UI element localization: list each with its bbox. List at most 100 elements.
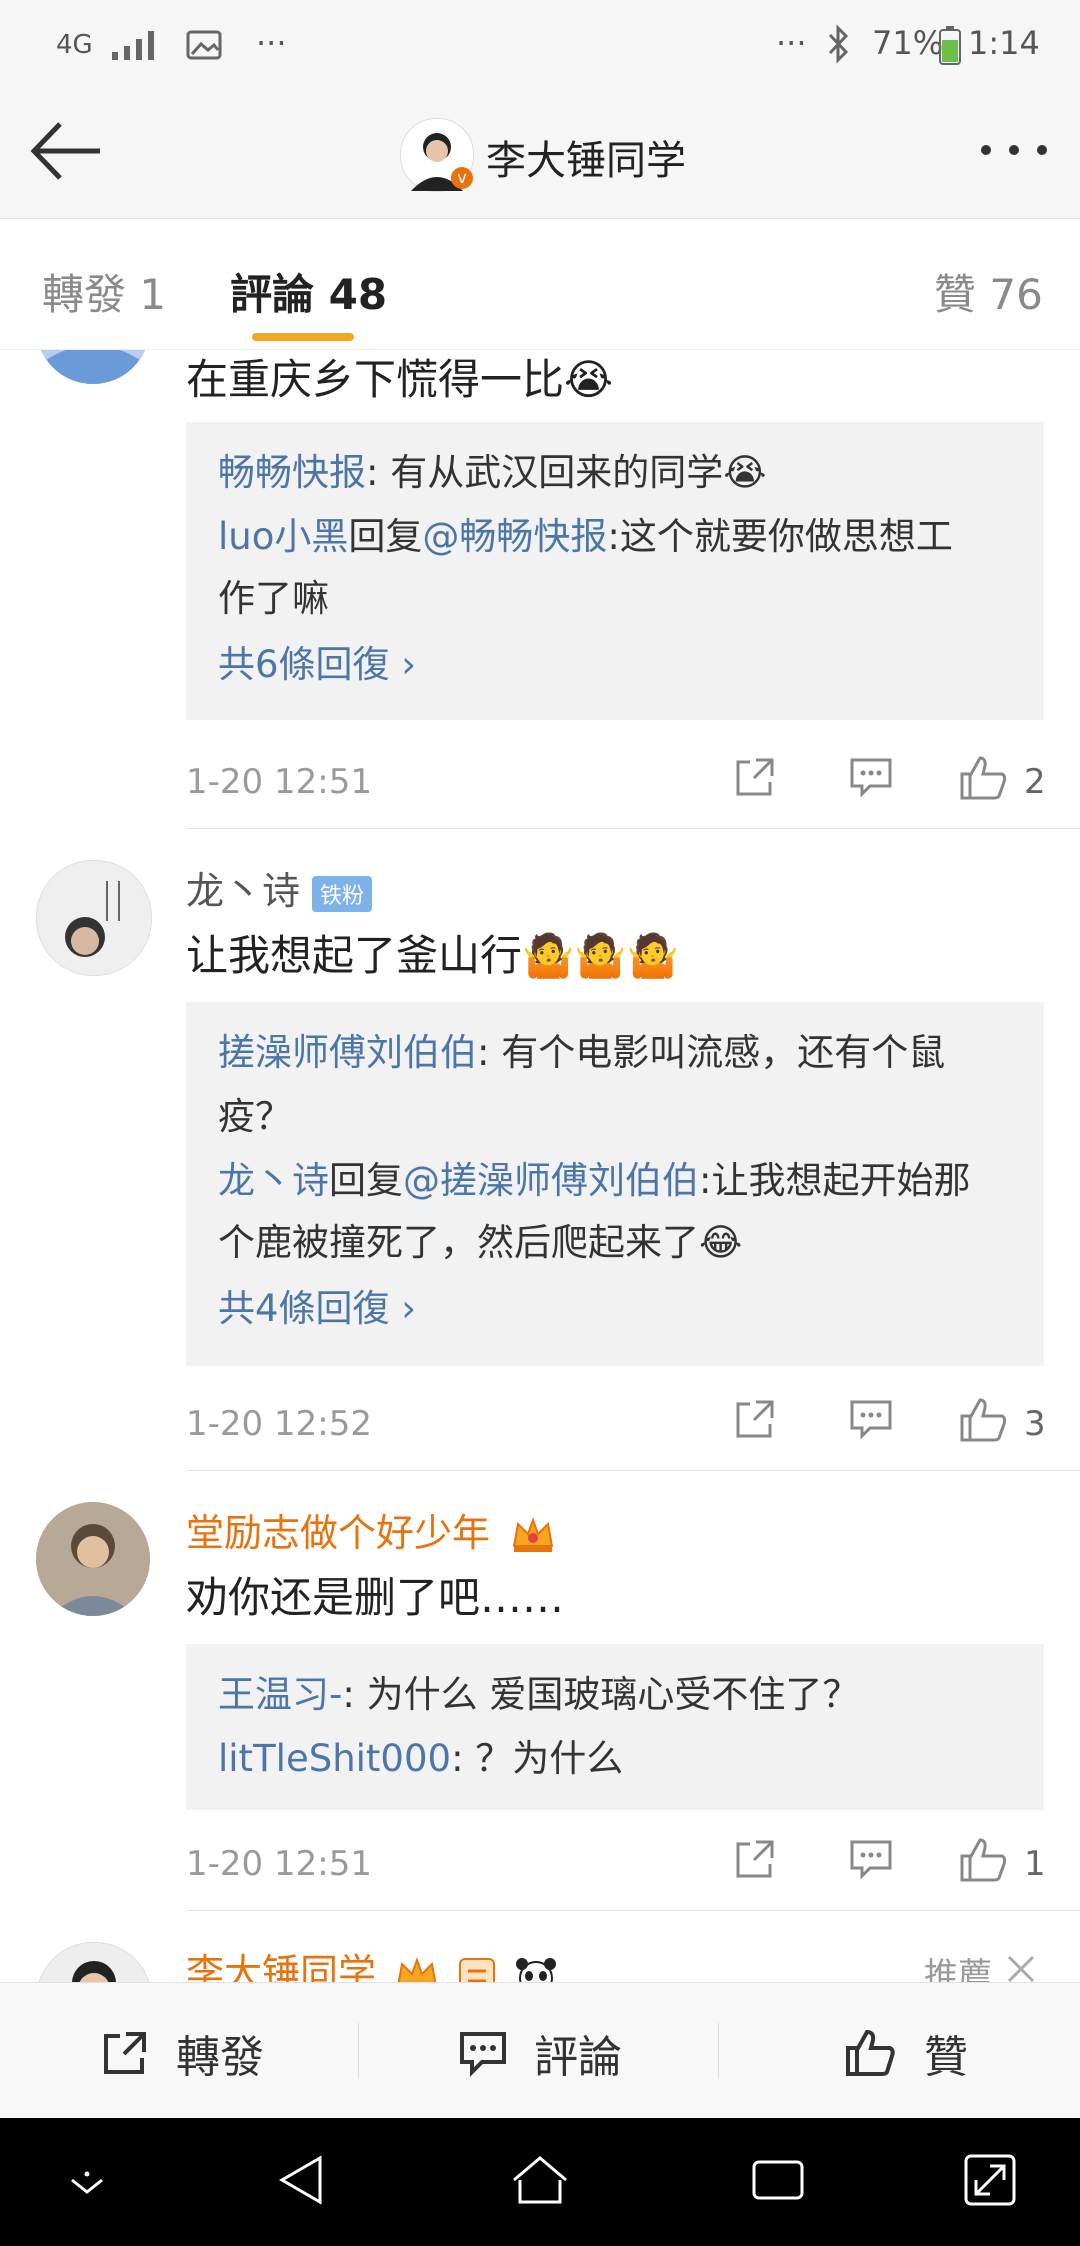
more-replies-link[interactable]: 共4條回復 › [218, 1278, 416, 1332]
more-replies-link[interactable]: 共6條回復 › [218, 634, 416, 688]
reply-box[interactable]: 搓澡师傅刘伯伯: 有个电影叫流感，还有个鼠 疫？ 龙丶诗回复@搓澡师傅刘伯伯:让… [186, 1002, 1044, 1366]
reply-text: 为什么 爱国玻璃心受不住了？ [366, 1673, 860, 1716]
bluetooth-icon [828, 24, 849, 64]
avatar[interactable]: v [400, 118, 474, 192]
crown-icon [397, 1956, 437, 1982]
comment-icon[interactable] [848, 754, 894, 800]
clock: 1:14 [968, 24, 1040, 62]
reply-text: 作了嘛 [218, 577, 329, 620]
share-icon[interactable] [732, 754, 778, 800]
home-icon[interactable] [508, 2150, 572, 2210]
reply-text: ？为什么 [475, 1737, 624, 1780]
like-count: 1 [1024, 1844, 1046, 1884]
like-count: 3 [1024, 1404, 1046, 1444]
like-button[interactable]: 贊 [844, 2021, 968, 2085]
share-icon[interactable] [732, 1396, 778, 1442]
comment-text: 在重庆乡下慌得一比😭 [186, 355, 614, 404]
reply-user[interactable]: litTleShit000 [218, 1737, 451, 1780]
reply-user[interactable]: 畅畅快报 [218, 451, 366, 494]
reply-line: 疫？ [218, 1086, 292, 1140]
more-status: ··· [776, 24, 807, 62]
user-avatar-icon [72, 1961, 116, 1982]
repost-button[interactable]: 轉發 [100, 2021, 264, 2085]
battery-percent: 71% [872, 24, 944, 62]
username-text[interactable]: 龙丶诗 [186, 869, 300, 913]
reply-box[interactable]: 畅畅快报: 有从武汉回来的同学😭 luo小黑回复@畅畅快报:这个就要你做思想工 … [186, 422, 1044, 720]
username-text[interactable]: 李大锤同学 [186, 1951, 376, 1982]
reply-target[interactable]: @畅畅快报 [422, 515, 607, 558]
comment-time: 1-20 12:51 [186, 1844, 372, 1884]
bottom-action-bar: 轉發 評論 贊 [0, 1982, 1080, 2119]
comment-icon [460, 2032, 506, 2077]
thumbs-up-icon[interactable] [958, 754, 1010, 802]
user-avatar-icon [37, 861, 151, 975]
like-count: 2 [1024, 762, 1046, 802]
reply-line: litTleShit000: ？为什么 [218, 1728, 623, 1782]
avatar[interactable] [36, 860, 152, 976]
thumbs-up-icon[interactable] [958, 1396, 1010, 1444]
tab-bar: 轉發 1 評論 48 贊 76 [0, 219, 1080, 350]
back-icon[interactable] [272, 2150, 332, 2210]
comment-icon[interactable] [848, 1396, 894, 1442]
comment-text: 劝你还是删了吧…… [186, 1573, 565, 1622]
network-indicator: 4G [56, 30, 93, 60]
avatar[interactable] [36, 350, 150, 384]
reply-line: 王温习-: 为什么 爱国玻璃心受不住了？ [218, 1664, 859, 1718]
comment-username[interactable]: 龙丶诗 铁粉 [186, 860, 373, 915]
more-dots-icon[interactable] [978, 140, 1050, 160]
comment-time: 1-20 12:52 [186, 1404, 372, 1444]
reply-sep: : [342, 1673, 367, 1716]
comment-icon[interactable] [848, 1836, 894, 1882]
comment-meta: 1-20 12:52 3 [186, 1396, 1046, 1456]
tab-repost[interactable]: 轉發 1 [42, 261, 166, 322]
reply-text: 个鹿被撞死了，然后爬起来了😂 [218, 1221, 743, 1264]
comment-label: 評論 [534, 2032, 622, 2083]
avatar[interactable] [36, 1942, 152, 1982]
reply-line: luo小黑回复@畅畅快报:这个就要你做思想工 [218, 506, 953, 560]
arrow-left-icon[interactable] [28, 120, 104, 182]
recents-icon[interactable] [748, 2150, 808, 2210]
system-nav-bar [0, 2118, 1080, 2246]
share-icon [104, 2032, 146, 2074]
close-icon[interactable] [1006, 1954, 1036, 1982]
avatar[interactable] [36, 1502, 150, 1616]
image-icon [186, 30, 222, 60]
verified-icon: v [451, 167, 473, 189]
tab-comments[interactable]: 評論 48 [230, 261, 387, 322]
divider [718, 2023, 719, 2079]
more-notifications: ··· [256, 24, 287, 62]
comment-meta: 1-20 12:51 2 [186, 754, 1046, 814]
reply-text: 有个电影叫流感，还有个鼠 [501, 1031, 946, 1074]
user-avatar-icon [40, 350, 146, 384]
comment-username[interactable]: 李大锤同学 [186, 1942, 558, 1982]
battery-icon [939, 26, 961, 65]
reply-mid: 回复 [329, 1159, 403, 1202]
reply-sep: : [366, 451, 391, 494]
reply-user[interactable]: 搓澡师傅刘伯伯 [218, 1031, 477, 1074]
divider [186, 1470, 1080, 1471]
expand-icon[interactable] [960, 2150, 1020, 2210]
recommend-label: 推薦 [924, 1956, 992, 1982]
reply-box[interactable]: 王温习-: 为什么 爱国玻璃心受不住了？ litTleShit000: ？为什么 [186, 1644, 1044, 1810]
share-icon[interactable] [732, 1836, 778, 1882]
comment-username[interactable]: 堂励志做个好少年 [186, 1502, 556, 1557]
divider [186, 828, 1080, 829]
reply-text: 疫？ [218, 1095, 292, 1138]
divider [358, 2023, 359, 2079]
reply-sep: : [477, 1031, 502, 1074]
reply-target[interactable]: @搓澡师傅刘伯伯 [403, 1159, 699, 1202]
chevron-down-icon[interactable] [62, 2166, 112, 2206]
comment-text: 让我想起了釜山行🤷🤷🤷 [186, 931, 679, 980]
username-text[interactable]: 堂励志做个好少年 [186, 1511, 490, 1555]
comment-meta: 1-20 12:51 1 [186, 1836, 1046, 1896]
comment-button[interactable]: 評論 [458, 2021, 622, 2085]
reply-line: 畅畅快报: 有从武汉回来的同学😭 [218, 442, 766, 496]
reply-user[interactable]: 龙丶诗 [218, 1159, 329, 1202]
thumbs-up-icon[interactable] [958, 1836, 1010, 1884]
like-label: 贊 [924, 2032, 968, 2083]
reply-user[interactable]: luo小黑 [218, 515, 348, 558]
reply-text: 有从武汉回来的同学😭 [390, 451, 767, 494]
crown-icon [512, 1516, 554, 1552]
tab-likes[interactable]: 贊 76 [934, 261, 1043, 322]
reply-user[interactable]: 王温习- [218, 1673, 342, 1716]
